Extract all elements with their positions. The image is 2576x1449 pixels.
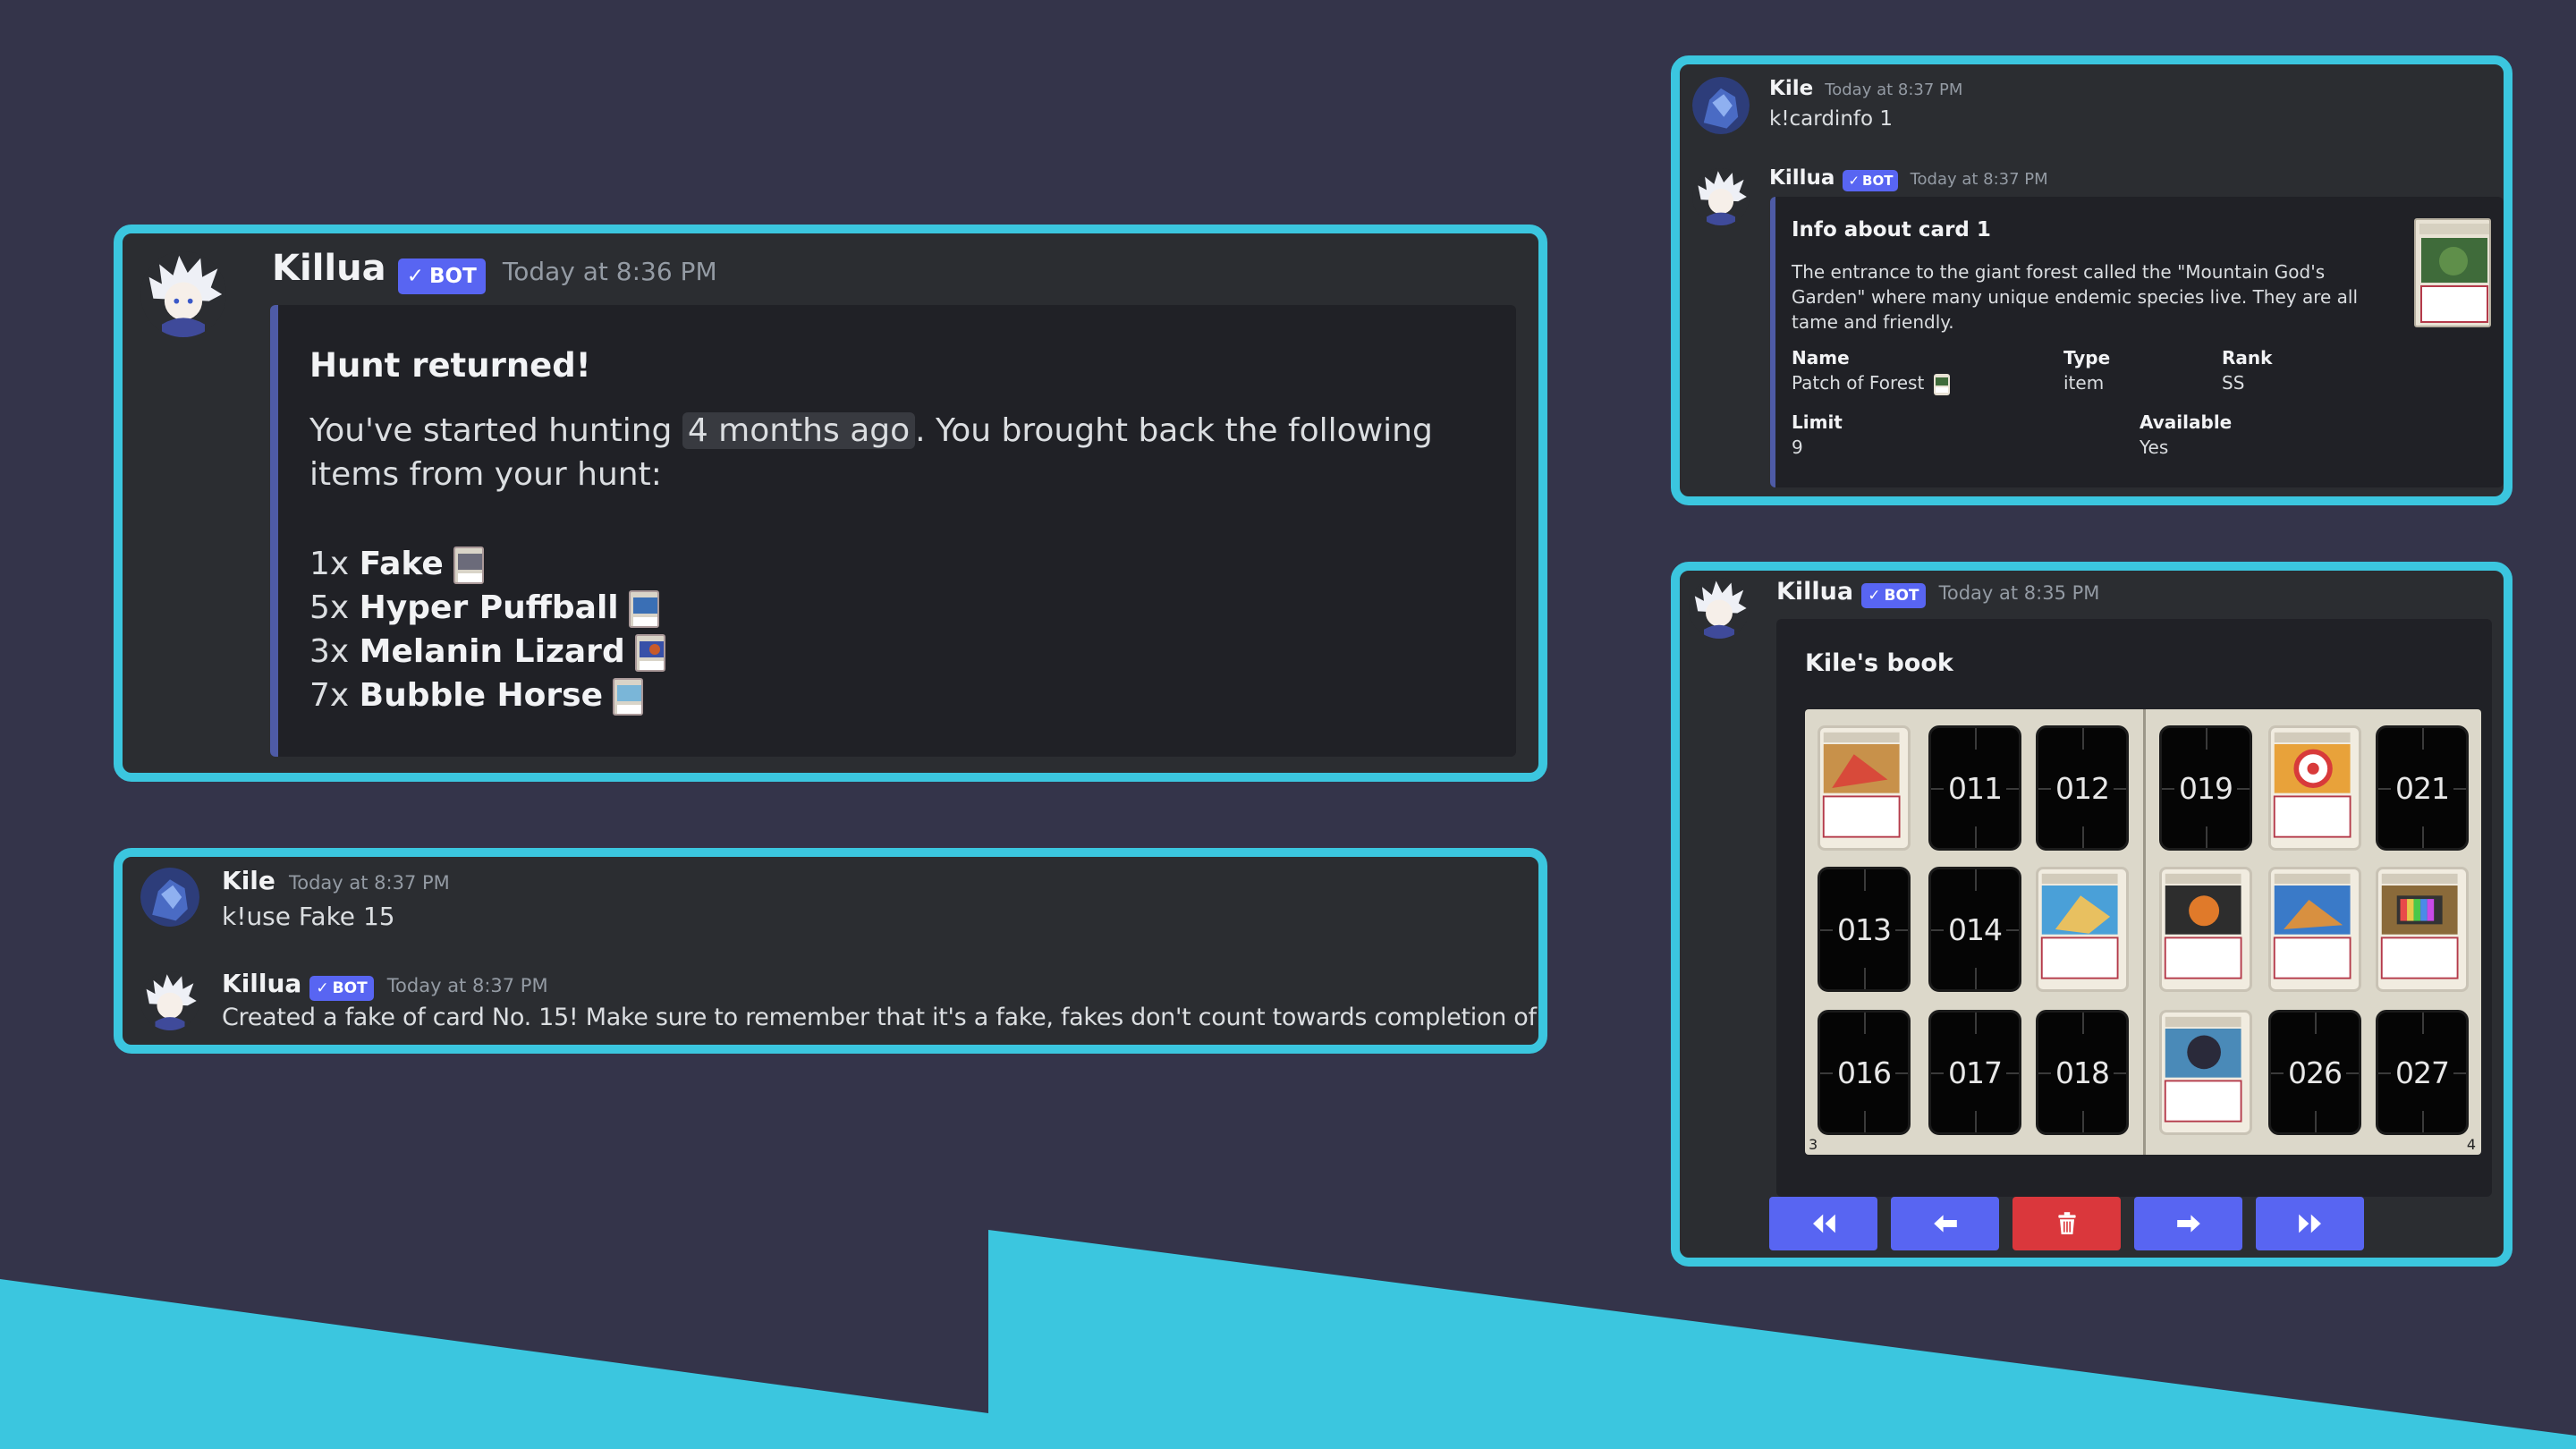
- message-timestamp: Today at 8:35 PM: [1938, 582, 2100, 604]
- previous-page-button[interactable]: [1891, 1197, 1999, 1250]
- card-slot[interactable]: 012: [2036, 725, 2129, 851]
- page-number-right: 4: [2466, 1136, 2476, 1153]
- card-slot[interactable]: 018: [2036, 1010, 2129, 1135]
- cardinfo-embed: Info about card 1 The entrance to the gi…: [1770, 197, 2504, 487]
- list-item: 7x Bubble Horse: [309, 674, 665, 717]
- verified-check-icon: ✓: [316, 979, 329, 997]
- list-item: 1x Fake: [309, 542, 665, 586]
- book-panel: Killua ✓ BOT Today at 8:35 PM Kile's boo…: [1671, 562, 2512, 1267]
- killua-avatar[interactable]: [140, 971, 199, 1030]
- list-item: 5x Hyper Puffball: [309, 586, 665, 630]
- message-content: k!use Fake 15: [222, 902, 395, 931]
- field-rank: Rank SS: [2222, 347, 2273, 394]
- melanin-lizard-card-thumbnail-icon: [635, 634, 666, 672]
- bot-badge: ✓ BOT: [397, 258, 486, 294]
- relative-time: 4 months ago: [682, 412, 916, 449]
- card-020[interactable]: [2268, 725, 2361, 851]
- next-page-icon: [2176, 1215, 2200, 1233]
- embed-title: Hunt returned!: [309, 346, 591, 385]
- verified-check-icon: ✓: [406, 264, 424, 288]
- bot-badge: ✓ BOT: [309, 975, 374, 1001]
- author-name[interactable]: Killua: [1776, 578, 1853, 606]
- card-022[interactable]: [2159, 867, 2252, 992]
- verified-check-icon: ✓: [1848, 172, 1860, 189]
- card-010[interactable]: [1818, 725, 1911, 851]
- album-image[interactable]: 3 4 011 012 013 014 016 017 018 019 021: [1805, 709, 2481, 1155]
- card-slot[interactable]: 016: [1818, 1010, 1911, 1135]
- author-name[interactable]: Killua: [272, 248, 386, 289]
- author-name[interactable]: Killua: [1769, 166, 1835, 190]
- hunt-embed: Hunt returned! You've started hunting 4 …: [270, 305, 1516, 757]
- card-023[interactable]: [2268, 867, 2361, 992]
- next-page-button[interactable]: [2134, 1197, 2242, 1250]
- bubble-horse-card-thumbnail-icon: [613, 678, 644, 716]
- message-timestamp: Today at 8:37 PM: [386, 975, 548, 996]
- card-024[interactable]: [2376, 867, 2469, 992]
- message-content: k!cardinfo 1: [1769, 107, 1894, 131]
- verified-check-icon: ✓: [1868, 586, 1881, 605]
- killua-avatar[interactable]: [140, 251, 226, 337]
- card-thumbnail-icon[interactable]: [2414, 218, 2491, 327]
- card-slot[interactable]: 014: [1928, 867, 2021, 992]
- embed-description: The entrance to the giant forest called …: [1792, 261, 2359, 333]
- embed-description: You've started hunting 4 months ago. You…: [309, 412, 1433, 493]
- card-slot[interactable]: 021: [2376, 725, 2469, 851]
- author-name[interactable]: Killua: [222, 969, 301, 998]
- book-embed: Kile's book 3 4 011 012 013 014 016 017 …: [1776, 619, 2492, 1197]
- message-timestamp: Today at 8:36 PM: [502, 257, 717, 286]
- bot-badge: ✓ BOT: [1861, 582, 1926, 608]
- hyper-puffball-card-thumbnail-icon: [629, 590, 660, 628]
- message-content: Created a fake of card No. 15! Make sure…: [222, 1004, 1547, 1031]
- field-available: Available Yes: [2140, 411, 2233, 458]
- embed-title: Kile's book: [1805, 649, 1953, 677]
- card-slot[interactable]: 019: [2159, 725, 2252, 851]
- hunt-items-list: 1x Fake 5x Hyper Puffball 3x Melanin Liz…: [309, 542, 666, 717]
- fake-card-thumbnail-icon: [453, 547, 485, 584]
- patch-of-forest-card-icon: [1933, 373, 1950, 395]
- card-025[interactable]: [2159, 1010, 2252, 1135]
- card-slot[interactable]: 027: [2376, 1010, 2469, 1135]
- message-timestamp: Today at 8:37 PM: [1910, 170, 2048, 189]
- field-limit: Limit 9: [1792, 411, 1843, 458]
- delete-button[interactable]: [2012, 1197, 2121, 1250]
- use-fake-panel: Kile Today at 8:37 PM k!use Fake 15 Kill…: [114, 848, 1547, 1054]
- page-number-left: 3: [1809, 1136, 1818, 1153]
- list-item: 3x Melanin Lizard: [309, 630, 666, 674]
- last-page-button[interactable]: [2256, 1197, 2364, 1250]
- first-page-button[interactable]: [1769, 1197, 1877, 1250]
- cardinfo-panel: Kile Today at 8:37 PM k!cardinfo 1 Killu…: [1671, 55, 2512, 505]
- card-slot[interactable]: 013: [1818, 867, 1911, 992]
- trash-icon: [2057, 1212, 2076, 1234]
- previous-page-icon: [1933, 1215, 1957, 1233]
- message-timestamp: Today at 8:37 PM: [1825, 80, 1963, 99]
- author-name[interactable]: Kile: [222, 866, 275, 895]
- first-page-icon: [1812, 1214, 1835, 1233]
- embed-title: Info about card 1: [1792, 218, 1991, 242]
- bot-badge: ✓ BOT: [1843, 169, 1899, 191]
- kile-avatar[interactable]: [1692, 77, 1750, 134]
- hunt-result-panel: Killua ✓ BOT Today at 8:36 PM Hunt retur…: [114, 225, 1547, 782]
- author-name[interactable]: Kile: [1769, 77, 1813, 100]
- card-015[interactable]: [2036, 867, 2129, 992]
- killua-avatar[interactable]: [1689, 578, 1750, 639]
- last-page-icon: [2298, 1214, 2321, 1233]
- message-timestamp: Today at 8:37 PM: [288, 872, 450, 894]
- card-slot[interactable]: 011: [1928, 725, 2021, 851]
- field-name: Name Patch of Forest: [1792, 347, 1950, 395]
- card-slot[interactable]: 017: [1928, 1010, 2021, 1135]
- kile-avatar[interactable]: [140, 868, 199, 927]
- killua-avatar[interactable]: [1692, 168, 1750, 225]
- field-type: Type item: [2063, 347, 2111, 394]
- card-slot[interactable]: 026: [2268, 1010, 2361, 1135]
